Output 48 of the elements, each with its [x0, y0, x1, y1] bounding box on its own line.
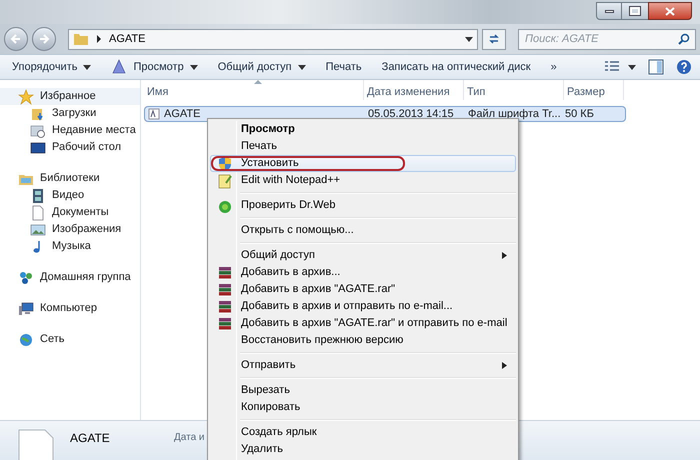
sidebar-item[interactable]: Избранное	[0, 88, 140, 105]
toolbar-button[interactable]: Печать	[326, 58, 362, 76]
sidebar-item[interactable]: Компьютер	[0, 300, 140, 317]
address-path: AGATE	[109, 32, 146, 47]
toolbar-button[interactable]: Общий доступ	[218, 58, 306, 76]
details-label: Дата и	[174, 431, 205, 445]
column-header[interactable]: Имя	[144, 80, 364, 100]
sidebar-item[interactable]: Загрузки	[0, 105, 140, 122]
sidebar-item[interactable]: Библиотеки	[0, 170, 140, 187]
menu-item[interactable]: Печать	[210, 138, 516, 155]
search-field[interactable]: Поиск: AGATE	[518, 28, 696, 50]
toolbar-button[interactable]: Просмотр	[111, 58, 198, 76]
menu-item[interactable]: Проверить Dr.Web	[210, 197, 516, 214]
menu-item[interactable]: Установить	[210, 155, 516, 172]
menu-item[interactable]: Отправить	[210, 357, 516, 374]
toolbar-button[interactable]: Записать на оптический диск	[382, 58, 531, 76]
menu-item[interactable]: Удалить	[210, 441, 516, 458]
sidebar-item[interactable]: Рабочий стол	[0, 139, 140, 156]
column-header[interactable]: Тип	[464, 80, 564, 100]
sidebar-item[interactable]: Музыка	[0, 238, 140, 255]
menu-item[interactable]: Edit with Notepad++	[210, 172, 516, 189]
sidebar-item[interactable]: Домашняя группа	[0, 269, 140, 286]
sidebar-item[interactable]: Недавние места	[0, 122, 140, 139]
sidebar-item[interactable]: Сеть	[0, 331, 140, 348]
address-bar[interactable]: AGATE	[68, 28, 478, 50]
column-header[interactable]: Размер	[564, 80, 624, 100]
menu-item[interactable]: Просмотр	[210, 121, 516, 138]
menu-item[interactable]: Общий доступ	[210, 247, 516, 264]
menu-item[interactable]: Добавить в архив...	[210, 264, 516, 281]
sidebar-item[interactable]: Видео	[0, 187, 140, 204]
column-header[interactable]: Дата изменения	[364, 80, 464, 100]
table-cell: AGATE	[145, 106, 365, 122]
table-cell-text: 50 КБ	[565, 106, 595, 122]
table-cell-text: 05.05.2013 14:15	[367, 106, 455, 122]
file-name: AGATE	[70, 430, 111, 447]
sidebar-item[interactable]: Изображения	[0, 221, 140, 238]
menu-item[interactable]: Добавить в архив "AGATE.rar" и отправить по e-mail	[210, 315, 516, 332]
menu-item[interactable]: Создать ярлык	[210, 424, 516, 441]
sidebar-item[interactable]: Документы	[0, 204, 140, 221]
menu-item[interactable]: Добавить в архив "AGATE.rar"	[210, 281, 516, 298]
menu-item[interactable]: Открыть с помощью...	[210, 222, 516, 239]
menu-item[interactable]: Вырезать	[210, 382, 516, 399]
menu-item[interactable]: Восстановить прежнюю версию	[210, 332, 516, 349]
toolbar-button[interactable]: »	[550, 58, 557, 76]
menu-item[interactable]: Добавить в архив и отправить по e-mail...	[210, 298, 516, 315]
menu-item[interactable]: Копировать	[210, 399, 516, 416]
toolbar-button[interactable]: Упорядочить	[12, 58, 92, 76]
table-cell-text: Файл шрифта Tr...	[467, 106, 562, 122]
